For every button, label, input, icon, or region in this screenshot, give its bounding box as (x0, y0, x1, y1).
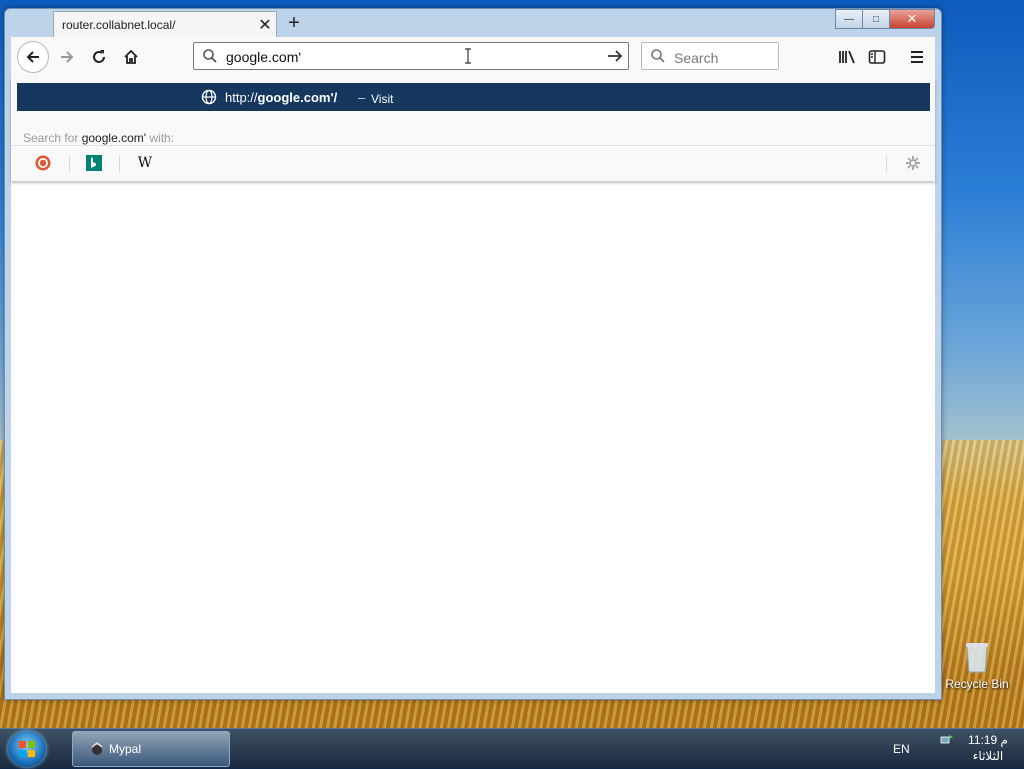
recycle-bin-icon (966, 643, 988, 673)
url-autocomplete-popup: http://google.com'/ – Visit Search for g… (11, 77, 935, 181)
start-button[interactable] (8, 731, 46, 767)
engine-separator (886, 156, 887, 172)
taskbar-item-label: Mypal (109, 742, 142, 756)
one-off-search-engines: W (11, 145, 935, 182)
browser-window: router.collabnet.local/ ✕ + — □ ✕ google… (4, 8, 942, 700)
suggestion-row-visit[interactable]: http://google.com'/ – Visit (17, 83, 930, 111)
system-clock[interactable]: 11:19 م الثلاثاء (962, 732, 1014, 764)
search-icon (203, 49, 217, 63)
taskbar: Mypal EN 11:19 م الثلاثاء (0, 728, 1024, 769)
go-arrow-icon (608, 50, 623, 62)
library-button[interactable] (833, 43, 861, 71)
gear-icon (906, 156, 920, 170)
engine-separator (119, 156, 120, 172)
close-window-button[interactable]: ✕ (889, 9, 935, 29)
reload-button[interactable] (85, 43, 113, 71)
address-bar-text: google.com' (226, 49, 302, 65)
home-button[interactable] (117, 43, 145, 71)
duckduckgo-icon (35, 155, 51, 171)
tab-title: router.collabnet.local/ (62, 17, 176, 32)
recycle-bin[interactable]: Recycle Bin (942, 640, 1012, 691)
search-with-query: google.com' (81, 131, 147, 145)
suggestion-action: Visit (371, 92, 394, 106)
clock-day: الثلاثاء (972, 749, 1004, 763)
search-icon (651, 49, 665, 63)
navigation-toolbar: google.com' Search (11, 37, 935, 78)
network-tray-button[interactable] (940, 733, 954, 750)
engine-separator (69, 156, 70, 172)
hamburger-menu-icon (911, 51, 923, 63)
suggestion-url: http://google.com'/ (225, 90, 337, 105)
reload-icon (93, 50, 105, 63)
menu-button[interactable] (903, 43, 931, 71)
minimize-button[interactable]: — (835, 9, 863, 29)
window-controls: — □ ✕ (835, 9, 935, 29)
library-icon (839, 50, 855, 64)
address-bar[interactable]: google.com' (193, 42, 629, 70)
search-with-suffix: with: (149, 131, 175, 145)
windows-logo-icon (19, 741, 35, 757)
duckduckgo-button[interactable] (34, 154, 52, 172)
bing-icon (86, 155, 102, 171)
bing-button[interactable] (85, 154, 103, 172)
language-indicator[interactable]: EN (893, 742, 910, 756)
search-with-label: Search for google.com' with: (23, 131, 174, 145)
text-cursor-icon (465, 48, 471, 64)
back-button[interactable] (17, 41, 49, 73)
back-arrow-icon (26, 51, 39, 63)
wikipedia-button[interactable]: W (136, 154, 154, 172)
forward-arrow-icon (61, 51, 74, 63)
globe-icon (201, 89, 217, 105)
home-icon (124, 49, 138, 64)
maximize-button[interactable]: □ (862, 9, 890, 29)
suggestion-separator: – (358, 90, 366, 105)
title-bar: router.collabnet.local/ ✕ + — □ ✕ (5, 9, 941, 37)
wikipedia-icon: W (137, 155, 153, 171)
go-button[interactable] (606, 47, 624, 68)
mypal-icon (91, 742, 103, 755)
search-settings-button[interactable] (904, 154, 922, 172)
suggestion-url-prefix: http:// (225, 90, 258, 105)
network-icon (940, 735, 953, 744)
clock-time: 11:19 م (968, 733, 1008, 747)
sidebar-button[interactable] (863, 43, 891, 71)
tab-active[interactable]: router.collabnet.local/ ✕ (53, 11, 277, 37)
sidebar-icon (868, 50, 886, 64)
search-bar[interactable]: Search (641, 42, 779, 70)
new-tab-button[interactable]: + (283, 12, 305, 35)
suggestion-url-host: google.com'/ (257, 90, 338, 105)
tab-close-button[interactable]: ✕ (254, 15, 276, 35)
forward-button[interactable] (53, 43, 81, 71)
search-with-prefix: Search for (23, 131, 79, 145)
recycle-bin-label: Recycle Bin (945, 677, 1009, 691)
search-placeholder: Search (674, 50, 719, 66)
taskbar-item-mypal[interactable]: Mypal (72, 731, 230, 767)
